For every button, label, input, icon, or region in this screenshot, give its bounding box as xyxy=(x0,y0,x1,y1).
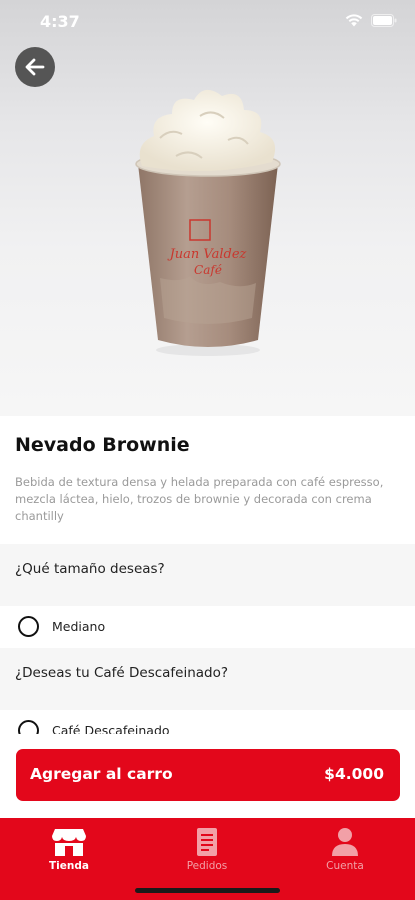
cta-container: Agregar al carro $4.000 xyxy=(0,734,415,818)
decaf-question: ¿Deseas tu Café Descafeinado? xyxy=(0,648,415,710)
cup-brand-text: Juan Valdez xyxy=(167,247,247,262)
product-info: Nevado Brownie Bebida de textura densa y… xyxy=(0,416,415,544)
product-image: Juan Valdez Café xyxy=(135,89,281,356)
arrow-left-icon xyxy=(25,58,45,76)
account-icon xyxy=(332,828,358,856)
orders-icon xyxy=(197,828,217,856)
tab-cuenta[interactable]: Cuenta xyxy=(290,826,400,882)
wifi-icon xyxy=(345,14,363,27)
svg-text:Café: Café xyxy=(194,263,222,277)
status-bar: 4:37 xyxy=(0,0,415,44)
add-to-cart-label: Agregar al carro xyxy=(30,765,173,783)
size-question: ¿Qué tamaño deseas? xyxy=(0,544,415,606)
price-label: $4.000 xyxy=(324,765,384,783)
tab-tienda-label: Tienda xyxy=(49,860,89,872)
size-option-label: Mediano xyxy=(52,619,106,634)
tab-tienda[interactable]: Tienda xyxy=(14,826,124,882)
product-description: Bebida de textura densa y helada prepara… xyxy=(15,475,384,523)
status-icons xyxy=(345,14,397,27)
tab-pedidos[interactable]: Pedidos xyxy=(152,826,262,882)
size-question-label: ¿Qué tamaño deseas? xyxy=(15,561,165,577)
battery-icon xyxy=(371,14,397,27)
size-option-mediano[interactable]: Mediano xyxy=(0,606,415,648)
product-title: Nevado Brownie xyxy=(15,434,190,456)
product-hero: 4:37 Juan Valdez Café xyxy=(0,0,415,416)
store-icon xyxy=(52,829,86,856)
status-time: 4:37 xyxy=(40,12,80,31)
home-indicator xyxy=(135,888,280,893)
tab-cuenta-label: Cuenta xyxy=(326,860,364,872)
decaf-question-label: ¿Deseas tu Café Descafeinado? xyxy=(15,665,229,681)
add-to-cart-button[interactable]: Agregar al carro $4.000 xyxy=(16,749,400,801)
tab-pedidos-label: Pedidos xyxy=(186,860,228,872)
back-button[interactable] xyxy=(15,47,55,87)
radio-unchecked-icon[interactable] xyxy=(18,616,39,637)
